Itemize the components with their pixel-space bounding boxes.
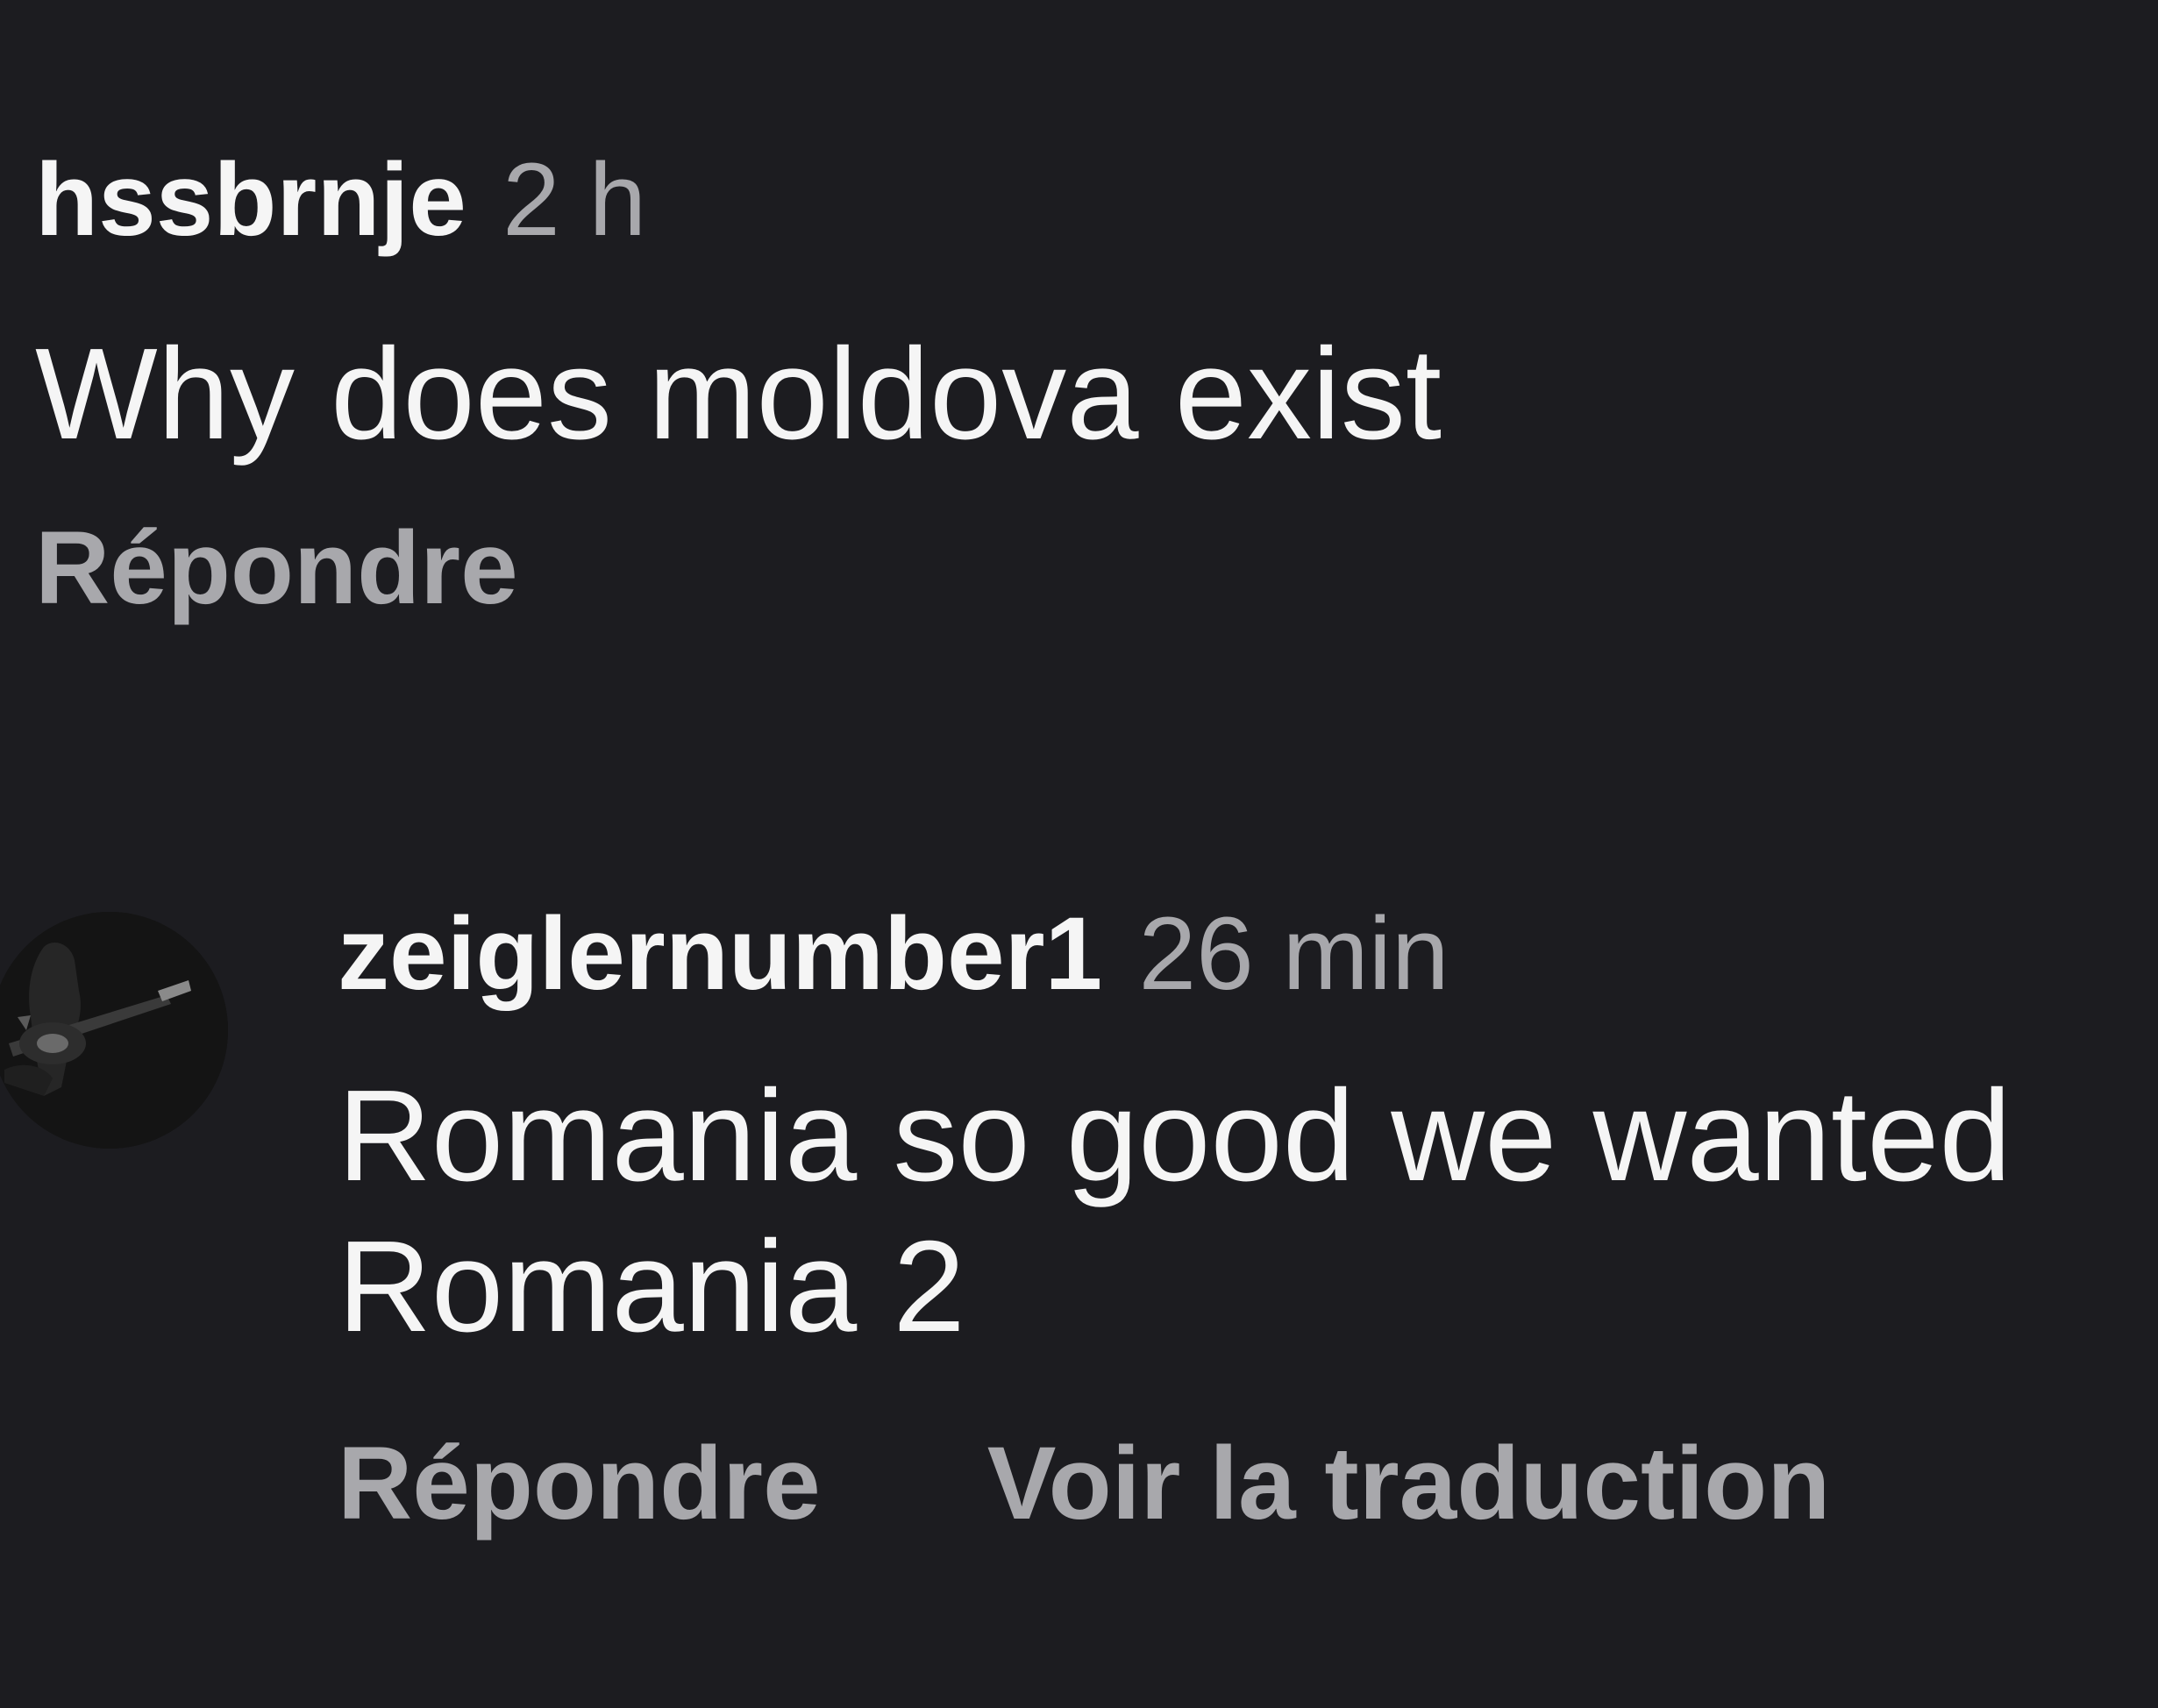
comment-item: zeiglernumber1 26 min Romania so good we…: [338, 894, 2012, 1543]
comment-text: Romania so good we wanted Romania 2: [338, 1061, 2012, 1363]
comment-username[interactable]: zeiglernumber1: [338, 894, 1102, 1014]
comment-text-line: Romania 2: [338, 1214, 965, 1359]
see-translation-button[interactable]: Voir la traduction: [987, 1424, 1831, 1543]
reply-button[interactable]: Répondre: [35, 509, 518, 628]
comment-timestamp: 26 min: [1138, 896, 1449, 1012]
avatar[interactable]: [0, 912, 228, 1149]
comment-actions: Répondre: [35, 509, 1442, 628]
comment-timestamp: 2 h: [502, 142, 647, 258]
comment-text-line: Romania so good we wanted: [338, 1064, 2012, 1208]
comment-header: hssbrnje 2 h: [35, 140, 1442, 281]
comment-item: hssbrnje 2 h Why does moldova exist Répo…: [35, 140, 1442, 628]
reply-button[interactable]: Répondre: [338, 1424, 821, 1543]
comment-actions: Répondre Voir la traduction: [338, 1424, 2012, 1543]
comment-text: Why does moldova exist: [35, 322, 1442, 466]
comment-username[interactable]: hssbrnje: [35, 140, 466, 260]
guitarist-photo-avatar-icon: [0, 912, 228, 1149]
comment-header: zeiglernumber1 26 min: [338, 894, 2012, 1026]
